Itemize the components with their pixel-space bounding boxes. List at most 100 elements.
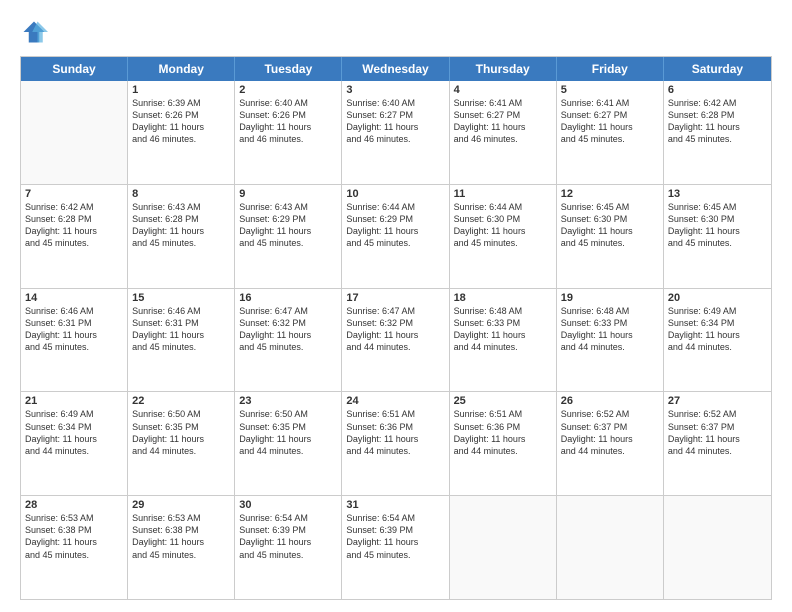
header-day-saturday: Saturday [664, 57, 771, 81]
day-number: 30 [239, 499, 337, 511]
calendar-week-2: 7Sunrise: 6:42 AMSunset: 6:28 PMDaylight… [21, 185, 771, 289]
day-number: 22 [132, 395, 230, 407]
day-info: Sunrise: 6:43 AMSunset: 6:29 PMDaylight:… [239, 201, 337, 250]
day-number: 19 [561, 292, 659, 304]
calendar-week-3: 14Sunrise: 6:46 AMSunset: 6:31 PMDayligh… [21, 289, 771, 393]
day-number: 18 [454, 292, 552, 304]
calendar-cell-w5-d6 [557, 496, 664, 599]
day-number: 3 [346, 84, 444, 96]
header-day-wednesday: Wednesday [342, 57, 449, 81]
calendar-body: 1Sunrise: 6:39 AMSunset: 6:26 PMDaylight… [21, 81, 771, 599]
day-number: 11 [454, 188, 552, 200]
day-number: 23 [239, 395, 337, 407]
calendar-cell-w2-d7: 13Sunrise: 6:45 AMSunset: 6:30 PMDayligh… [664, 185, 771, 288]
day-info: Sunrise: 6:47 AMSunset: 6:32 PMDaylight:… [346, 305, 444, 354]
day-number: 8 [132, 188, 230, 200]
day-number: 4 [454, 84, 552, 96]
day-number: 2 [239, 84, 337, 96]
day-info: Sunrise: 6:50 AMSunset: 6:35 PMDaylight:… [239, 408, 337, 457]
day-number: 28 [25, 499, 123, 511]
calendar-cell-w5-d4: 31Sunrise: 6:54 AMSunset: 6:39 PMDayligh… [342, 496, 449, 599]
day-info: Sunrise: 6:52 AMSunset: 6:37 PMDaylight:… [668, 408, 767, 457]
calendar-cell-w1-d7: 6Sunrise: 6:42 AMSunset: 6:28 PMDaylight… [664, 81, 771, 184]
day-number: 6 [668, 84, 767, 96]
day-number: 29 [132, 499, 230, 511]
day-number: 7 [25, 188, 123, 200]
day-number: 26 [561, 395, 659, 407]
header-day-friday: Friday [557, 57, 664, 81]
day-info: Sunrise: 6:49 AMSunset: 6:34 PMDaylight:… [668, 305, 767, 354]
day-number: 5 [561, 84, 659, 96]
day-number: 16 [239, 292, 337, 304]
day-info: Sunrise: 6:42 AMSunset: 6:28 PMDaylight:… [668, 97, 767, 146]
calendar-cell-w1-d4: 3Sunrise: 6:40 AMSunset: 6:27 PMDaylight… [342, 81, 449, 184]
calendar-cell-w2-d6: 12Sunrise: 6:45 AMSunset: 6:30 PMDayligh… [557, 185, 664, 288]
day-number: 14 [25, 292, 123, 304]
calendar-week-4: 21Sunrise: 6:49 AMSunset: 6:34 PMDayligh… [21, 392, 771, 496]
calendar-cell-w3-d4: 17Sunrise: 6:47 AMSunset: 6:32 PMDayligh… [342, 289, 449, 392]
day-number: 13 [668, 188, 767, 200]
day-info: Sunrise: 6:48 AMSunset: 6:33 PMDaylight:… [454, 305, 552, 354]
calendar-cell-w4-d5: 25Sunrise: 6:51 AMSunset: 6:36 PMDayligh… [450, 392, 557, 495]
calendar-cell-w3-d1: 14Sunrise: 6:46 AMSunset: 6:31 PMDayligh… [21, 289, 128, 392]
day-info: Sunrise: 6:54 AMSunset: 6:39 PMDaylight:… [346, 512, 444, 561]
calendar-cell-w4-d1: 21Sunrise: 6:49 AMSunset: 6:34 PMDayligh… [21, 392, 128, 495]
day-info: Sunrise: 6:45 AMSunset: 6:30 PMDaylight:… [668, 201, 767, 250]
header-day-monday: Monday [128, 57, 235, 81]
day-number: 1 [132, 84, 230, 96]
day-number: 24 [346, 395, 444, 407]
page: SundayMondayTuesdayWednesdayThursdayFrid… [0, 0, 792, 612]
calendar-cell-w3-d6: 19Sunrise: 6:48 AMSunset: 6:33 PMDayligh… [557, 289, 664, 392]
calendar-header-row: SundayMondayTuesdayWednesdayThursdayFrid… [21, 57, 771, 81]
calendar-cell-w1-d3: 2Sunrise: 6:40 AMSunset: 6:26 PMDaylight… [235, 81, 342, 184]
calendar-cell-w5-d2: 29Sunrise: 6:53 AMSunset: 6:38 PMDayligh… [128, 496, 235, 599]
day-info: Sunrise: 6:49 AMSunset: 6:34 PMDaylight:… [25, 408, 123, 457]
calendar: SundayMondayTuesdayWednesdayThursdayFrid… [20, 56, 772, 600]
day-info: Sunrise: 6:40 AMSunset: 6:26 PMDaylight:… [239, 97, 337, 146]
calendar-cell-w3-d7: 20Sunrise: 6:49 AMSunset: 6:34 PMDayligh… [664, 289, 771, 392]
day-number: 10 [346, 188, 444, 200]
calendar-cell-w1-d1 [21, 81, 128, 184]
day-info: Sunrise: 6:44 AMSunset: 6:30 PMDaylight:… [454, 201, 552, 250]
header-day-sunday: Sunday [21, 57, 128, 81]
day-info: Sunrise: 6:39 AMSunset: 6:26 PMDaylight:… [132, 97, 230, 146]
calendar-cell-w3-d2: 15Sunrise: 6:46 AMSunset: 6:31 PMDayligh… [128, 289, 235, 392]
day-number: 12 [561, 188, 659, 200]
calendar-cell-w1-d2: 1Sunrise: 6:39 AMSunset: 6:26 PMDaylight… [128, 81, 235, 184]
day-info: Sunrise: 6:44 AMSunset: 6:29 PMDaylight:… [346, 201, 444, 250]
logo-icon [20, 18, 48, 46]
day-info: Sunrise: 6:41 AMSunset: 6:27 PMDaylight:… [454, 97, 552, 146]
day-number: 17 [346, 292, 444, 304]
calendar-cell-w4-d6: 26Sunrise: 6:52 AMSunset: 6:37 PMDayligh… [557, 392, 664, 495]
logo [20, 18, 52, 46]
day-info: Sunrise: 6:42 AMSunset: 6:28 PMDaylight:… [25, 201, 123, 250]
day-info: Sunrise: 6:52 AMSunset: 6:37 PMDaylight:… [561, 408, 659, 457]
day-info: Sunrise: 6:54 AMSunset: 6:39 PMDaylight:… [239, 512, 337, 561]
day-info: Sunrise: 6:51 AMSunset: 6:36 PMDaylight:… [454, 408, 552, 457]
calendar-cell-w4-d2: 22Sunrise: 6:50 AMSunset: 6:35 PMDayligh… [128, 392, 235, 495]
day-info: Sunrise: 6:53 AMSunset: 6:38 PMDaylight:… [132, 512, 230, 561]
calendar-cell-w5-d7 [664, 496, 771, 599]
calendar-cell-w2-d4: 10Sunrise: 6:44 AMSunset: 6:29 PMDayligh… [342, 185, 449, 288]
calendar-cell-w2-d5: 11Sunrise: 6:44 AMSunset: 6:30 PMDayligh… [450, 185, 557, 288]
calendar-week-1: 1Sunrise: 6:39 AMSunset: 6:26 PMDaylight… [21, 81, 771, 185]
day-info: Sunrise: 6:46 AMSunset: 6:31 PMDaylight:… [25, 305, 123, 354]
day-number: 27 [668, 395, 767, 407]
day-info: Sunrise: 6:50 AMSunset: 6:35 PMDaylight:… [132, 408, 230, 457]
day-number: 25 [454, 395, 552, 407]
day-number: 9 [239, 188, 337, 200]
day-info: Sunrise: 6:41 AMSunset: 6:27 PMDaylight:… [561, 97, 659, 146]
calendar-cell-w2-d2: 8Sunrise: 6:43 AMSunset: 6:28 PMDaylight… [128, 185, 235, 288]
calendar-week-5: 28Sunrise: 6:53 AMSunset: 6:38 PMDayligh… [21, 496, 771, 599]
calendar-cell-w4-d3: 23Sunrise: 6:50 AMSunset: 6:35 PMDayligh… [235, 392, 342, 495]
calendar-cell-w5-d3: 30Sunrise: 6:54 AMSunset: 6:39 PMDayligh… [235, 496, 342, 599]
calendar-cell-w2-d1: 7Sunrise: 6:42 AMSunset: 6:28 PMDaylight… [21, 185, 128, 288]
calendar-cell-w2-d3: 9Sunrise: 6:43 AMSunset: 6:29 PMDaylight… [235, 185, 342, 288]
day-number: 15 [132, 292, 230, 304]
calendar-cell-w3-d3: 16Sunrise: 6:47 AMSunset: 6:32 PMDayligh… [235, 289, 342, 392]
day-info: Sunrise: 6:43 AMSunset: 6:28 PMDaylight:… [132, 201, 230, 250]
calendar-cell-w1-d6: 5Sunrise: 6:41 AMSunset: 6:27 PMDaylight… [557, 81, 664, 184]
calendar-cell-w4-d7: 27Sunrise: 6:52 AMSunset: 6:37 PMDayligh… [664, 392, 771, 495]
day-info: Sunrise: 6:46 AMSunset: 6:31 PMDaylight:… [132, 305, 230, 354]
day-info: Sunrise: 6:53 AMSunset: 6:38 PMDaylight:… [25, 512, 123, 561]
